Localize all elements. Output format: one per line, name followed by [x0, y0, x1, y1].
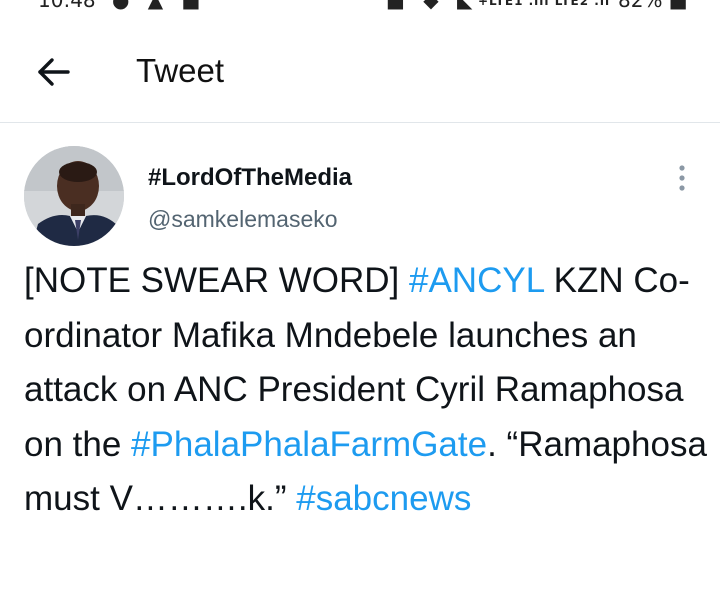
- more-options-button[interactable]: [668, 162, 696, 196]
- author-display-name[interactable]: #LordOfTheMedia: [148, 164, 352, 192]
- header-divider: [0, 122, 720, 123]
- tweet-body: [NOTE SWEAR WORD] #ANCYL KZN Co-ordinato…: [24, 254, 714, 527]
- hashtag-link[interactable]: #PhalaPhalaFarmGate: [131, 425, 487, 464]
- page-title: Tweet: [136, 52, 225, 89]
- author-handle[interactable]: @samkelemaseko: [148, 206, 338, 233]
- avatar-photo: [24, 146, 124, 246]
- tweet-text-segment: [NOTE SWEAR WORD]: [24, 261, 409, 300]
- notification-icons: ● ▲ ■: [112, 0, 207, 12]
- system-icons: ■ ◆ ◣: [386, 0, 479, 12]
- signal-indicator: +LTE1 .ııl LTE2 .ıı: [478, 0, 611, 8]
- status-time: 10:48: [38, 0, 96, 12]
- back-button[interactable]: [28, 52, 80, 92]
- more-vertical-icon: [679, 165, 685, 191]
- back-arrow-icon: [38, 58, 70, 86]
- hashtag-link[interactable]: #ANCYL: [409, 261, 544, 300]
- author-avatar[interactable]: [24, 146, 124, 246]
- top-app-bar: Tweet: [0, 34, 720, 122]
- hashtag-link[interactable]: #sabcnews: [296, 479, 471, 518]
- battery-percent: 82%: [618, 0, 663, 12]
- status-bar: 10:48 ● ▲ ■ ■ ◆ ◣ +LTE1 .ııl LTE2 .ıı 82…: [0, 0, 720, 12]
- battery-indicator: 82% ■: [618, 0, 688, 12]
